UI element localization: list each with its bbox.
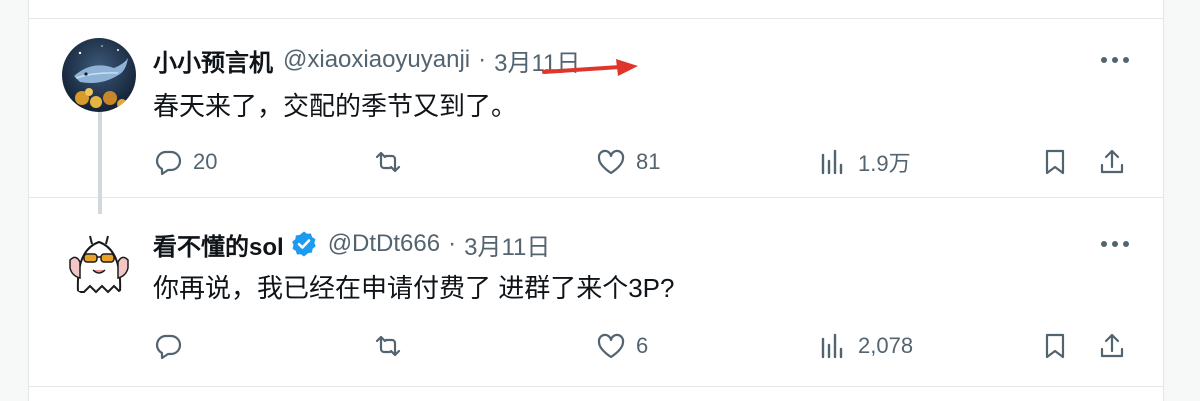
share-upload-icon (1100, 149, 1124, 174)
reply-button[interactable] (153, 326, 193, 366)
separator-dot: · (448, 230, 457, 257)
tweet-text: 你再说，我已经在申请付费了 进群了来个3P? (153, 273, 675, 303)
bottom-divider (29, 386, 1163, 387)
more-options-button[interactable] (1097, 226, 1133, 262)
more-dots-icon (1101, 241, 1129, 247)
avatar-tweet2[interactable] (62, 224, 136, 298)
like-button[interactable]: 81 (596, 142, 660, 182)
retweet-icon (375, 151, 401, 173)
tweet-text: 春天来了，交配的季节又到了。 (153, 91, 518, 121)
like-button[interactable]: 6 (596, 326, 648, 366)
verified-badge-icon (291, 231, 316, 257)
tweet-timestamp[interactable]: 3月11日 (464, 227, 550, 262)
tweet1-action-bar: 20 81 1.9万 (153, 142, 1133, 182)
avatar-tweet1[interactable] (62, 38, 136, 112)
heart-icon (597, 149, 625, 175)
tweet1-header: 小小预言机 @xiaoxiaoyuyanji · 3月11日 (153, 40, 580, 80)
reply-button[interactable]: 20 (153, 142, 217, 182)
tweet2-header: 看不懂的sol @DtDt666 · 3月11日 (153, 224, 550, 264)
views-count: 2,078 (858, 333, 914, 358)
like-count: 81 (636, 149, 661, 174)
bookmark-button[interactable] (1040, 142, 1070, 182)
heart-icon (597, 333, 625, 359)
author-name[interactable]: 看不懂的sol (153, 227, 284, 262)
views-chart-icon (821, 333, 843, 359)
whale-avatar-icon (62, 38, 136, 112)
share-upload-icon (1100, 333, 1124, 358)
tweet2-action-bar: 6 2,078 (153, 326, 1133, 366)
reply-bubble-icon (155, 334, 182, 360)
bookmark-icon (1045, 333, 1065, 359)
separator-dot: · (478, 46, 487, 73)
views-chart-icon (821, 149, 843, 175)
share-button[interactable] (1097, 142, 1127, 182)
like-count: 6 (636, 333, 649, 358)
reply-count: 20 (193, 149, 218, 174)
bookmark-button[interactable] (1040, 326, 1070, 366)
ghost-sunglasses-avatar-icon (62, 224, 136, 298)
retweet-icon (375, 335, 401, 357)
top-divider (29, 18, 1163, 19)
author-handle[interactable]: @xiaoxiaoyuyanji (283, 46, 470, 74)
bookmark-icon (1045, 149, 1065, 175)
thread-connector-line (98, 100, 102, 214)
red-arrow-annotation-icon (542, 59, 638, 76)
views-button[interactable]: 2,078 (818, 326, 913, 366)
author-name[interactable]: 小小预言机 (153, 43, 273, 78)
views-button[interactable]: 1.9万 (818, 142, 911, 182)
retweet-button[interactable] (373, 326, 413, 366)
views-count: 1.9万 (858, 151, 911, 176)
share-button[interactable] (1097, 326, 1127, 366)
reply-bubble-icon (155, 150, 182, 176)
more-dots-icon (1101, 57, 1129, 63)
author-handle[interactable]: @DtDt666 (328, 230, 440, 258)
retweet-button[interactable] (373, 142, 413, 182)
more-options-button[interactable] (1097, 42, 1133, 78)
tweet-divider (29, 197, 1163, 198)
